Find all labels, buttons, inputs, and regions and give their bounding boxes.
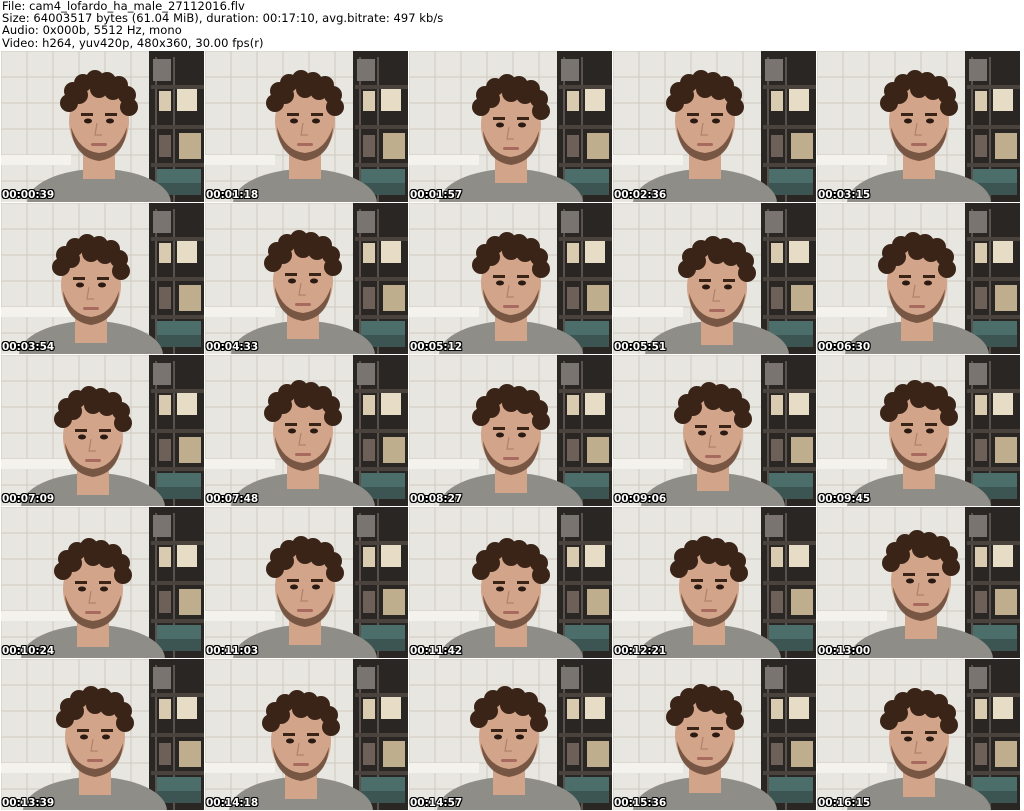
frame-timestamp: 00:02:36 xyxy=(614,189,667,201)
video-frame-thumbnail: 00:14:57 xyxy=(409,659,613,811)
video-frame-thumbnail: 00:10:24 xyxy=(1,507,205,659)
frame-timestamp: 00:09:06 xyxy=(614,493,667,505)
video-frame-thumbnail: 00:15:36 xyxy=(613,659,817,811)
frame-timestamp: 00:12:21 xyxy=(614,645,667,657)
frame-image xyxy=(1,355,204,506)
frame-image xyxy=(409,203,612,354)
frame-image xyxy=(1,51,204,202)
frame-timestamp: 00:10:24 xyxy=(2,645,55,657)
frame-image xyxy=(205,659,408,810)
video-frame-thumbnail: 00:13:39 xyxy=(1,659,205,811)
frame-timestamp: 00:03:54 xyxy=(2,341,55,353)
video-frame-thumbnail: 00:09:45 xyxy=(817,355,1021,507)
video-frame-thumbnail: 00:13:00 xyxy=(817,507,1021,659)
video-frame-thumbnail: 00:07:48 xyxy=(205,355,409,507)
frame-timestamp: 00:11:42 xyxy=(410,645,463,657)
frame-image xyxy=(1,507,204,658)
frame-image xyxy=(1,203,204,354)
frame-timestamp: 00:14:57 xyxy=(410,797,463,809)
video-frame-thumbnail: 00:05:12 xyxy=(409,203,613,355)
frame-timestamp: 00:07:48 xyxy=(206,493,259,505)
frame-timestamp: 00:04:33 xyxy=(206,341,259,353)
video-frame-thumbnail: 00:04:33 xyxy=(205,203,409,355)
frame-timestamp: 00:11:03 xyxy=(206,645,259,657)
frame-image xyxy=(409,51,612,202)
frame-image xyxy=(613,659,816,810)
frame-image xyxy=(817,355,1020,506)
frame-image xyxy=(817,203,1020,354)
video-info-line: Video: h264, yuv420p, 480x360, 30.00 fps… xyxy=(2,35,264,50)
video-frame-thumbnail: 00:11:03 xyxy=(205,507,409,659)
frame-image xyxy=(1,659,204,810)
frame-image xyxy=(817,507,1020,658)
frame-timestamp: 00:16:15 xyxy=(818,797,871,809)
frame-timestamp: 00:01:57 xyxy=(410,189,463,201)
frame-timestamp: 00:13:39 xyxy=(2,797,55,809)
video-frame-thumbnail: 00:05:51 xyxy=(613,203,817,355)
frame-timestamp: 00:09:45 xyxy=(818,493,871,505)
video-frame-thumbnail: 00:03:15 xyxy=(817,51,1021,203)
video-frame-thumbnail: 00:01:18 xyxy=(205,51,409,203)
frame-timestamp: 00:06:30 xyxy=(818,341,871,353)
video-frame-thumbnail: 00:14:18 xyxy=(205,659,409,811)
video-frame-thumbnail: 00:08:27 xyxy=(409,355,613,507)
file-info-header: File: cam4_lofardo_ha_male_27112016.flv … xyxy=(2,0,1022,50)
video-frame-thumbnail: 00:12:21 xyxy=(613,507,817,659)
video-frame-thumbnail: 00:01:57 xyxy=(409,51,613,203)
frame-image xyxy=(205,203,408,354)
video-frame-thumbnail: 00:07:09 xyxy=(1,355,205,507)
audio-info-line: Audio: 0x000b, 5512 Hz, mono xyxy=(2,23,182,38)
frame-image xyxy=(409,659,612,810)
frame-timestamp: 00:00:39 xyxy=(2,189,55,201)
frame-timestamp: 00:13:00 xyxy=(818,645,871,657)
frame-timestamp: 00:05:51 xyxy=(614,341,667,353)
frame-image xyxy=(613,51,816,202)
frame-timestamp: 00:14:18 xyxy=(206,797,259,809)
thumbnail-grid: 00:00:39 00:01:18 00:01:57 00:02:36 00:0… xyxy=(1,51,1024,811)
video-frame-thumbnail: 00:06:30 xyxy=(817,203,1021,355)
video-frame-thumbnail: 00:02:36 xyxy=(613,51,817,203)
frame-image xyxy=(613,203,816,354)
video-frame-thumbnail: 00:03:54 xyxy=(1,203,205,355)
frame-image xyxy=(409,507,612,658)
frame-timestamp: 00:08:27 xyxy=(410,493,463,505)
frame-image xyxy=(205,355,408,506)
frame-image xyxy=(613,355,816,506)
frame-timestamp: 00:03:15 xyxy=(818,189,871,201)
video-frame-thumbnail: 00:11:42 xyxy=(409,507,613,659)
frame-timestamp: 00:01:18 xyxy=(206,189,259,201)
frame-image xyxy=(409,355,612,506)
frame-image xyxy=(205,507,408,658)
frame-timestamp: 00:15:36 xyxy=(614,797,667,809)
frame-image xyxy=(613,507,816,658)
video-frame-thumbnail: 00:09:06 xyxy=(613,355,817,507)
frame-image xyxy=(817,51,1020,202)
frame-image xyxy=(205,51,408,202)
video-frame-thumbnail: 00:16:15 xyxy=(817,659,1021,811)
video-frame-thumbnail: 00:00:39 xyxy=(1,51,205,203)
frame-image xyxy=(817,659,1020,810)
frame-timestamp: 00:07:09 xyxy=(2,493,55,505)
frame-timestamp: 00:05:12 xyxy=(410,341,463,353)
